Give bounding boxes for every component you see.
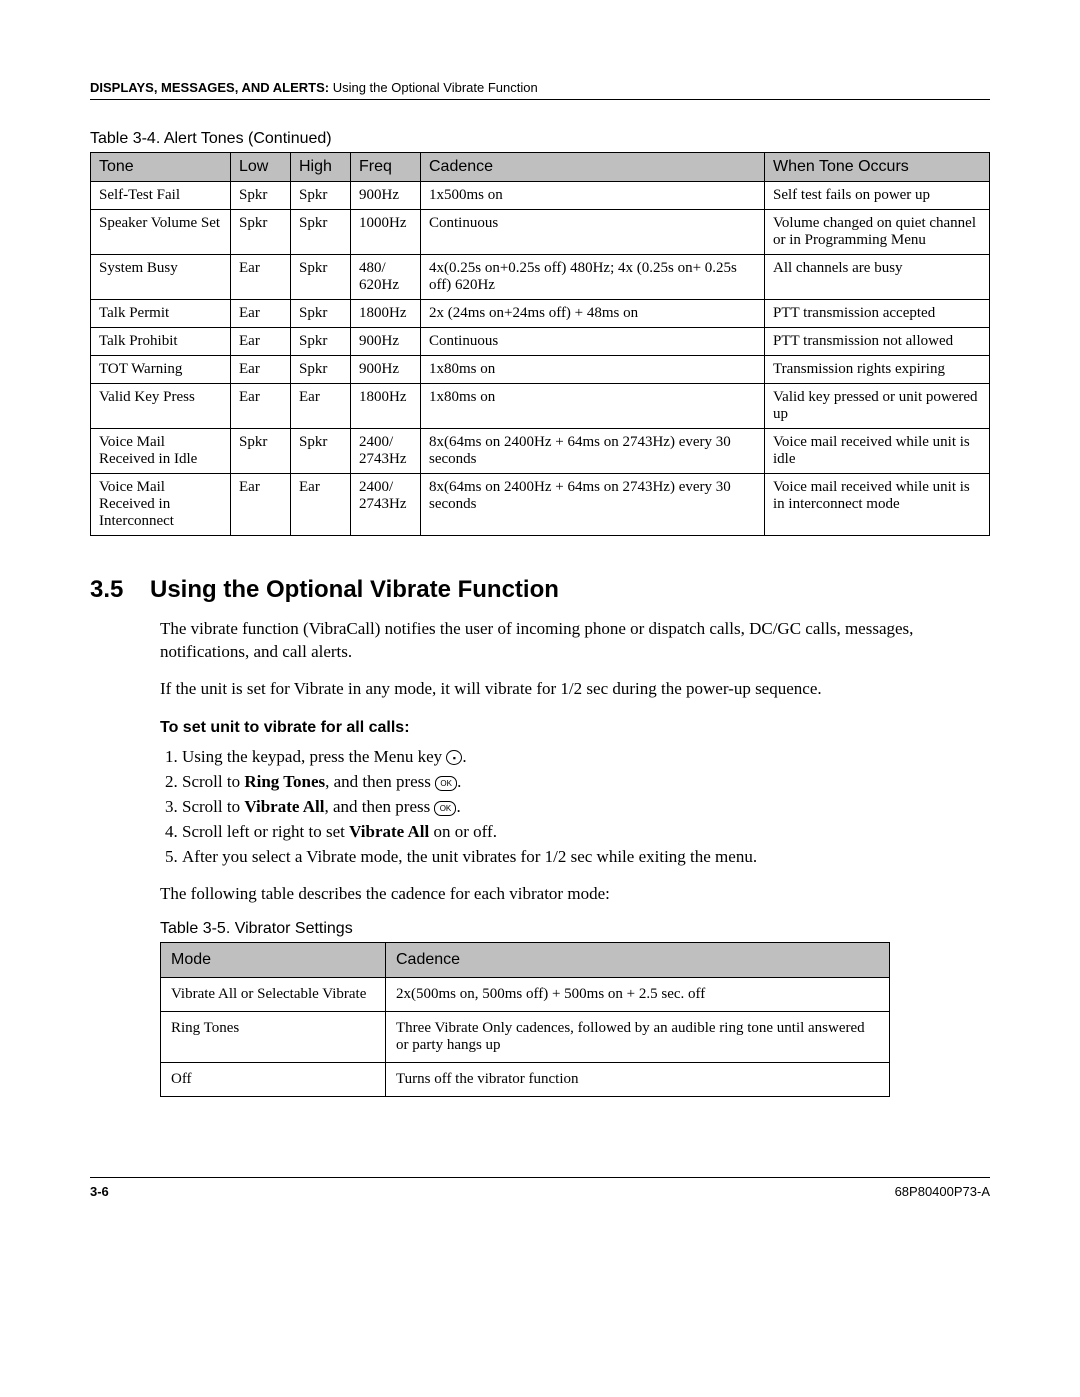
col-high: High — [291, 153, 351, 182]
para-2: If the unit is set for Vibrate in any mo… — [160, 678, 990, 701]
table-row: Self-Test FailSpkrSpkr900Hz1x500ms onSel… — [91, 182, 990, 210]
table-row: Voice Mail Received in IdleSpkrSpkr2400/… — [91, 429, 990, 474]
para-1: The vibrate function (VibraCall) notifie… — [160, 618, 990, 664]
table-row: Talk PermitEarSpkr1800Hz2x (24ms on+24ms… — [91, 300, 990, 328]
ok-key-icon: OK — [435, 776, 457, 791]
col-low: Low — [231, 153, 291, 182]
vibrator-settings-table: Mode Cadence Vibrate All or Selectable V… — [160, 942, 890, 1097]
steps-list: Using the keypad, press the Menu key ▪. … — [160, 746, 990, 869]
menu-key-icon: ▪ — [446, 750, 462, 765]
table-row: Talk ProhibitEarSpkr900HzContinuousPTT t… — [91, 328, 990, 356]
table-3-4-caption: Table 3-4. Alert Tones (Continued) — [90, 130, 990, 148]
col-cadence: Cadence — [386, 943, 890, 978]
table-row: Ring TonesThree Vibrate Only cadences, f… — [161, 1012, 890, 1063]
table-header-row: Tone Low High Freq Cadence When Tone Occ… — [91, 153, 990, 182]
step-4: Scroll left or right to set Vibrate All … — [182, 821, 990, 844]
table-row: Voice Mail Received in InterconnectEarEa… — [91, 474, 990, 536]
table-row: Speaker Volume SetSpkrSpkr1000HzContinuo… — [91, 210, 990, 255]
page-header: DISPLAYS, MESSAGES, AND ALERTS: Using th… — [90, 80, 990, 95]
col-when: When Tone Occurs — [765, 153, 990, 182]
step-1: Using the keypad, press the Menu key ▪. — [182, 746, 990, 769]
step-3: Scroll to Vibrate All, and then press OK… — [182, 796, 990, 819]
page-footer: 3-6 68P80400P73-A — [90, 1177, 990, 1199]
step-2: Scroll to Ring Tones, and then press OK. — [182, 771, 990, 794]
alert-tones-table: Tone Low High Freq Cadence When Tone Occ… — [90, 152, 990, 536]
section-title: Using the Optional Vibrate Function — [150, 576, 559, 603]
header-bold: DISPLAYS, MESSAGES, AND ALERTS: — [90, 80, 329, 95]
table-row: Valid Key PressEarEar1800Hz1x80ms onVali… — [91, 384, 990, 429]
document-number: 68P80400P73-A — [895, 1184, 990, 1199]
subheading: To set unit to vibrate for all calls: — [160, 717, 990, 739]
header-rule — [90, 99, 990, 100]
table-3-5-caption: Table 3-5. Vibrator Settings — [160, 920, 990, 938]
table-row: System BusyEarSpkr480/ 620Hz4x(0.25s on+… — [91, 255, 990, 300]
section-body: The vibrate function (VibraCall) notifie… — [160, 618, 990, 906]
section-number: 3.5 — [90, 576, 150, 604]
table-row: Vibrate All or Selectable Vibrate2x(500m… — [161, 978, 890, 1012]
page-number: 3-6 — [90, 1184, 109, 1199]
col-mode: Mode — [161, 943, 386, 978]
table-row: TOT WarningEarSpkr900Hz1x80ms onTransmis… — [91, 356, 990, 384]
ok-key-icon: OK — [434, 801, 456, 816]
para-3: The following table describes the cadenc… — [160, 883, 990, 906]
header-rest: Using the Optional Vibrate Function — [329, 80, 538, 95]
section-heading: 3.5Using the Optional Vibrate Function — [90, 576, 990, 604]
step-5: After you select a Vibrate mode, the uni… — [182, 846, 990, 869]
col-cadence: Cadence — [421, 153, 765, 182]
col-tone: Tone — [91, 153, 231, 182]
table-header-row: Mode Cadence — [161, 943, 890, 978]
col-freq: Freq — [351, 153, 421, 182]
table-row: OffTurns off the vibrator function — [161, 1063, 890, 1097]
